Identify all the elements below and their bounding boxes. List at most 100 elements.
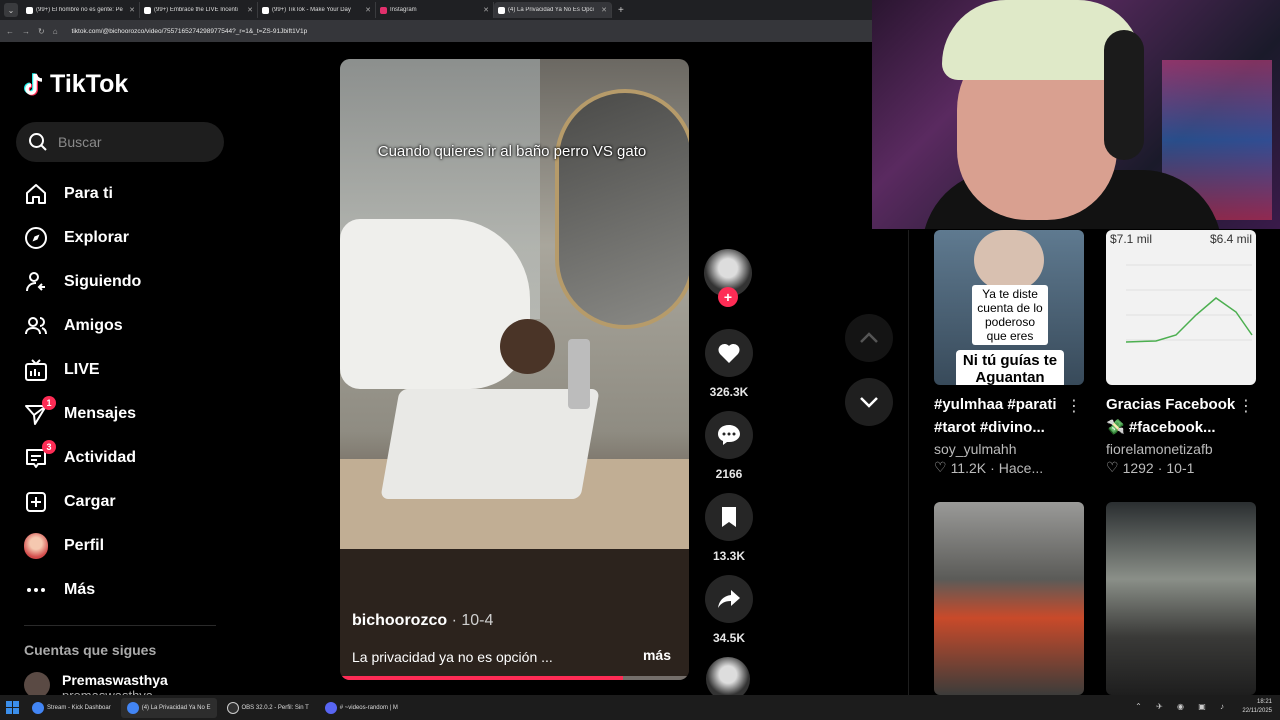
video-thumbnail[interactable] (1106, 502, 1256, 695)
card-author[interactable]: soy_yulmahh (934, 441, 1084, 457)
video-thumbnail[interactable]: Ya te diste cuenta de lo poderoso que er… (934, 230, 1084, 385)
more-options-icon[interactable]: ⋮ (1238, 396, 1254, 416)
recommended-video-card[interactable]: $7.1 mil $6.4 mil Gracias Facebook 💸 #fa… (1106, 230, 1256, 476)
card-title[interactable]: #yulmhaa #parati #tarot #divino... (934, 393, 1068, 439)
home-icon (24, 182, 48, 206)
search-box[interactable] (16, 122, 224, 162)
taskbar-app[interactable]: # ~videos-random | M (319, 698, 404, 718)
close-icon[interactable]: ✕ (365, 6, 371, 14)
tiktok-logo[interactable]: TikTok (24, 70, 128, 99)
recommended-video-card[interactable]: Ya te diste cuenta de lo poderoso que er… (934, 230, 1084, 476)
sidebar: TikTok Para ti Explorar Siguiendo Amigos… (0, 42, 240, 703)
video-frame (555, 89, 689, 329)
new-tab-button[interactable]: + (618, 5, 624, 16)
recommended-video-card[interactable] (934, 502, 1084, 695)
tiktok-note-icon (24, 72, 43, 96)
author-name[interactable]: bichoorozco (352, 612, 447, 629)
nav-label: Más (64, 581, 96, 598)
nav-label: Explorar (64, 229, 129, 246)
share-button[interactable] (705, 575, 753, 623)
video-frame (380, 389, 600, 499)
creator-avatar[interactable]: + (704, 249, 752, 307)
video-thumbnail[interactable] (934, 502, 1084, 695)
save-button[interactable] (705, 493, 753, 541)
taskbar-app[interactable]: OBS 32.0.2 - Perfil: Sin T (221, 698, 315, 718)
forward-icon[interactable]: → (22, 27, 30, 36)
live-icon (24, 358, 48, 382)
recommended-video-card[interactable] (1106, 502, 1256, 695)
back-icon[interactable]: ← (6, 27, 14, 36)
taskbar-clock[interactable]: 18:21 22/11/2025 (1242, 698, 1272, 716)
search-input[interactable] (58, 134, 208, 150)
close-icon[interactable]: ✕ (601, 6, 607, 14)
close-icon[interactable]: ✕ (129, 6, 135, 14)
browser-tab[interactable]: (99+) Embrace the LIVE Incenti ✕ (140, 2, 258, 18)
browser-tab[interactable]: (99+) TikTok - Make Your Day ✕ (258, 2, 376, 18)
tab-search-icon[interactable]: ⌄ (4, 3, 18, 17)
nav-item-amigos[interactable]: Amigos (0, 304, 240, 348)
card-time: Hace... (998, 459, 1044, 476)
share-arrow-icon (718, 590, 740, 608)
windows-start-icon[interactable] (4, 699, 22, 717)
tiktok-favicon-icon (26, 6, 33, 14)
taskbar-app[interactable]: Stream - Kick Dashboar (26, 698, 117, 718)
video-player[interactable]: Cuando quieres ir al baño perro VS gato … (340, 59, 689, 680)
tab-title: (99+) El hombre no es gente: Pe (36, 7, 123, 13)
card-meta: ♡ 11.2K · Hace... (934, 459, 1084, 476)
obs-icon (226, 701, 239, 714)
nav-item-mensajes[interactable]: 1 Mensajes (0, 392, 240, 436)
previous-video-button[interactable] (845, 314, 893, 362)
nav-item-mas[interactable]: Más (0, 568, 240, 612)
like-button[interactable] (705, 329, 753, 377)
close-icon[interactable]: ✕ (483, 6, 489, 14)
close-icon[interactable]: ✕ (247, 6, 253, 14)
headset (1104, 30, 1144, 160)
browser-tab-active[interactable]: (4) La Privacidad Ya No Es Opci ✕ (494, 2, 612, 18)
browser-tab[interactable]: Instagram ✕ (376, 2, 494, 18)
bookmark-icon (722, 507, 736, 527)
nav-label: Perfil (64, 537, 105, 554)
video-progress-bar[interactable] (340, 676, 689, 680)
thumbnail-chart (1125, 264, 1253, 343)
nav-item-para-ti[interactable]: Para ti (0, 172, 240, 216)
instagram-favicon-icon (380, 6, 387, 14)
nav-item-live[interactable]: LIVE (0, 348, 240, 392)
nav-item-actividad[interactable]: 3 Actividad (0, 436, 240, 480)
video-author[interactable]: bichoorozco · 10-4 (352, 612, 493, 630)
card-author[interactable]: fiorelamonetizafb (1106, 441, 1256, 457)
main-nav: Para ti Explorar Siguiendo Amigos LIVE 1… (0, 172, 240, 612)
next-video-button[interactable] (845, 378, 893, 426)
tab-title: (99+) TikTok - Make Your Day (272, 7, 351, 13)
friends-icon (24, 314, 48, 338)
more-options-icon[interactable]: ⋮ (1066, 396, 1082, 416)
url-field[interactable]: tiktok.com/@bichoorozco/video/7557165274… (72, 28, 308, 35)
more-icon (24, 578, 48, 602)
nav-label: Amigos (64, 317, 123, 334)
tab-title: (99+) Embrace the LIVE Incenti (154, 7, 238, 13)
following-icon (24, 270, 48, 294)
chevron-up-icon (860, 332, 878, 343)
nav-item-cargar[interactable]: Cargar (0, 480, 240, 524)
video-caption: La privacidad ya no es opción ... (352, 649, 553, 665)
video-thumbnail[interactable]: $7.1 mil $6.4 mil (1106, 230, 1256, 385)
taskbar-app-label: Stream - Kick Dashboar (47, 704, 111, 711)
compass-icon (24, 226, 48, 250)
follow-plus-button[interactable]: + (718, 287, 738, 307)
heart-outline-icon: ♡ (934, 459, 947, 475)
card-title[interactable]: Gracias Facebook 💸 #facebook... (1106, 393, 1240, 439)
caption-more-button[interactable]: más (643, 647, 671, 663)
search-icon (29, 133, 47, 151)
home-icon[interactable]: ⌂ (53, 27, 58, 36)
system-tray[interactable]: ⌃ ✈ ◉ ▣ ♪ (1135, 702, 1230, 711)
browser-tab[interactable]: (99+) El hombre no es gente: Pe ✕ (22, 2, 140, 18)
nav-item-perfil[interactable]: Perfil (0, 524, 240, 568)
card-time: 10-1 (1166, 459, 1195, 476)
video-frame (500, 319, 555, 374)
nav-item-siguiendo[interactable]: Siguiendo (0, 260, 240, 304)
comment-button[interactable] (705, 411, 753, 459)
thumbnail-text: Ya te diste cuenta de lo poderoso que er… (972, 285, 1048, 345)
nav-item-explorar[interactable]: Explorar (0, 216, 240, 260)
tab-title: (4) La Privacidad Ya No Es Opci (508, 7, 594, 13)
reload-icon[interactable]: ↻ (38, 27, 45, 36)
taskbar-app-active[interactable]: (4) La Privacidad Ya No E (120, 697, 217, 718)
